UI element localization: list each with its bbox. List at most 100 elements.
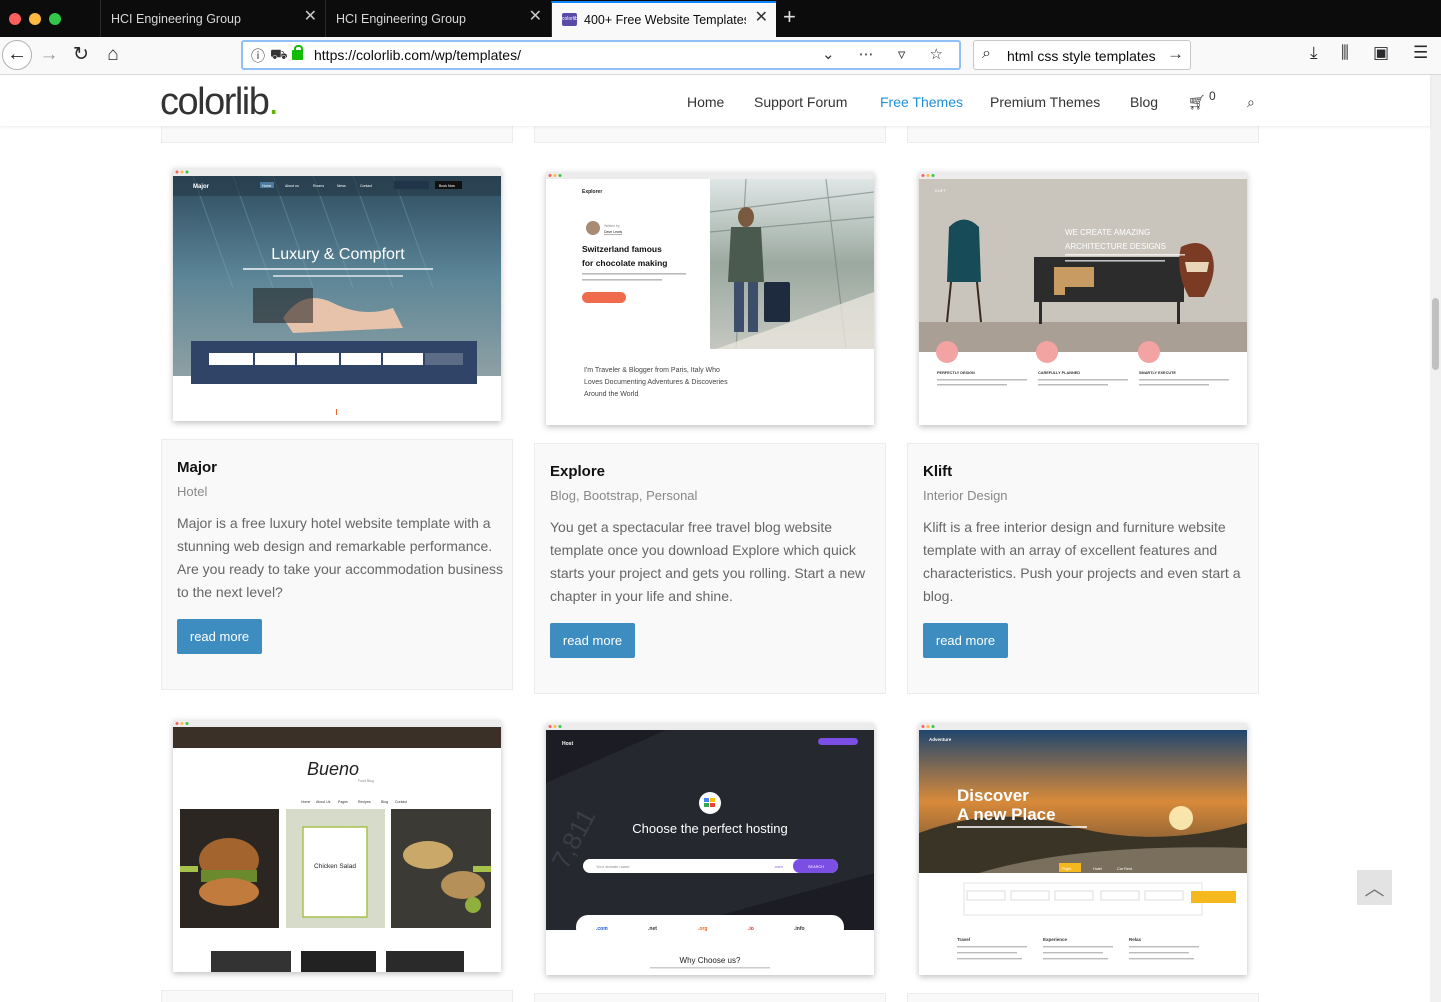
card-box-partial	[907, 126, 1259, 143]
svg-text:Host: Host	[562, 741, 573, 747]
url-text[interactable]: https://colorlib.com/wp/templates/	[314, 47, 521, 63]
logo[interactable]: colorlib.	[160, 81, 279, 124]
url-bar[interactable]: ⓘ ⛟ https://colorlib.com/wp/templates/ ⌄…	[241, 40, 961, 70]
adventure-preview-image: Adventure Discover A new Place Flight Ho…	[919, 723, 1247, 975]
card-description: Major is a free luxury hotel website tem…	[177, 515, 504, 600]
permissions-icon[interactable]: ⛟	[270, 46, 288, 65]
svg-text:PERFECTLY DESIGN: PERFECTLY DESIGN	[937, 371, 975, 375]
browser-tab[interactable]: HCI Engineering Group ✕	[100, 0, 325, 37]
card-box-partial	[161, 990, 513, 1002]
svg-text:Experience: Experience	[1043, 937, 1068, 942]
svg-text:Bueno: Bueno	[307, 759, 359, 779]
template-preview-host[interactable]: Host Choose the perfect hosting Your dom…	[546, 723, 874, 975]
browser-tab-active[interactable]: colorlib 400+ Free Website Templates ✕	[551, 1, 776, 37]
logo-text: colorlib	[160, 81, 270, 123]
template-preview-major[interactable]: Major Home About us Rooms News Contact B…	[173, 168, 501, 421]
svg-text:Home: Home	[301, 800, 310, 804]
bueno-preview-image: Bueno Food Blog Home About Us Pages Reci…	[173, 720, 501, 972]
svg-text:Car Rent: Car Rent	[1117, 867, 1133, 871]
card-category[interactable]: Blog, Bootstrap, Personal	[550, 488, 697, 503]
nav-blog[interactable]: Blog	[1130, 94, 1158, 110]
svg-text:Explorer: Explorer	[582, 189, 602, 195]
svg-text:.io: .io	[748, 926, 754, 932]
svg-text:SEARCH: SEARCH	[808, 865, 824, 869]
browser-tab-bar: HCI Engineering Group ✕ HCI Engineering …	[0, 0, 1441, 37]
menu-icon[interactable]: ☰	[1413, 43, 1428, 63]
svg-text:Flight: Flight	[1062, 867, 1072, 871]
card-box-partial	[534, 126, 886, 143]
svg-text:Switzerland famous: Switzerland famous	[582, 244, 662, 254]
svg-text:Chicken Salad: Chicken Salad	[314, 863, 356, 870]
scrollbar-thumb[interactable]	[1432, 298, 1439, 370]
read-more-button[interactable]: read more	[550, 623, 635, 658]
card-box-partial	[161, 126, 513, 143]
svg-text:Travel: Travel	[957, 937, 970, 942]
home-icon[interactable]: ⌂	[99, 41, 127, 69]
card-box-partial	[534, 993, 886, 1002]
browser-tab[interactable]: HCI Engineering Group ✕	[325, 0, 550, 37]
nav-support-forum[interactable]: Support Forum	[754, 94, 847, 110]
info-icon[interactable]: ⓘ	[251, 46, 265, 66]
template-preview-klift[interactable]: KLIFT WE CREATE AMAZING ARCHITECTURE DES…	[919, 172, 1247, 425]
chevron-up-icon[interactable]: ︿	[1357, 870, 1392, 905]
svg-text:Home: Home	[262, 184, 271, 188]
search-icon: ⌕	[982, 45, 991, 62]
card-title[interactable]: Explore	[550, 463, 605, 480]
nav-home[interactable]: Home	[687, 94, 724, 110]
card-description: Klift is a free interior design and furn…	[923, 519, 1241, 604]
read-more-button[interactable]: read more	[177, 619, 262, 654]
download-icon[interactable]: ⤓	[1310, 43, 1318, 63]
card-description: You get a spectacular free travel blog w…	[550, 519, 866, 604]
card-title[interactable]: Klift	[923, 463, 952, 480]
card-category[interactable]: Interior Design	[923, 488, 1008, 503]
search-query[interactable]: html css style templates	[1007, 48, 1156, 64]
svg-text:WE CREATE AMAZING: WE CREATE AMAZING	[1065, 228, 1150, 237]
reload-icon[interactable]: ↻	[67, 41, 95, 69]
go-arrow-icon[interactable]: →	[1167, 44, 1184, 64]
svg-text:KLIFT: KLIFT	[935, 188, 946, 193]
svg-text:A new Place: A new Place	[957, 805, 1056, 824]
close-icon[interactable]: ✕	[304, 9, 317, 25]
preview-headline: Luxury & Compfort	[271, 246, 405, 263]
library-icon[interactable]: ⫼	[1341, 43, 1349, 63]
nav-premium-themes[interactable]: Premium Themes	[990, 94, 1100, 110]
svg-text:.net: .net	[648, 926, 657, 932]
search-icon[interactable]: ⌕	[1247, 94, 1255, 111]
lock-icon[interactable]	[292, 45, 303, 60]
close-icon[interactable]: ✕	[755, 10, 768, 26]
tab-title: HCI Engineering Group	[336, 12, 466, 26]
logo-dot: .	[268, 81, 279, 123]
svg-text:Book Now: Book Now	[439, 184, 455, 188]
svg-text:for chocolate making: for chocolate making	[582, 258, 668, 268]
svg-text:Food Blog: Food Blog	[358, 779, 374, 783]
svg-text:Why Choose us?: Why Choose us?	[680, 956, 741, 965]
template-preview-adventure[interactable]: Adventure Discover A new Place Flight Ho…	[919, 723, 1247, 975]
maximize-window-button[interactable]	[49, 13, 61, 25]
cart-count: 0	[1209, 89, 1216, 103]
template-preview-explore[interactable]: Explorer Written by Dave Lewis Switzerla…	[546, 172, 874, 425]
page-scrollbar[interactable]	[1430, 75, 1441, 1002]
svg-text:Relax: Relax	[1129, 937, 1142, 942]
card-title[interactable]: Major	[177, 459, 217, 476]
sidebar-icon[interactable]: ▣	[1373, 43, 1389, 63]
template-preview-bueno[interactable]: Bueno Food Blog Home About Us Pages Reci…	[173, 720, 501, 972]
favicon-icon: colorlib	[562, 13, 578, 26]
forward-arrow-icon[interactable]: →	[35, 41, 63, 69]
new-tab-icon[interactable]: +	[783, 5, 796, 29]
close-icon[interactable]: ✕	[529, 9, 542, 25]
card-category[interactable]: Hotel	[177, 484, 207, 499]
template-card-major: Major Hotel Major is a free luxury hotel…	[161, 439, 513, 690]
svg-text:.info: .info	[794, 926, 805, 932]
svg-text:About Us: About Us	[316, 800, 331, 804]
close-window-button[interactable]	[9, 13, 21, 25]
template-card-explore: Explore Blog, Bootstrap, Personal You ge…	[534, 443, 886, 694]
search-field[interactable]: ⌕ html css style templates →	[973, 40, 1191, 70]
page-actions-icons[interactable]: ⌄ ⋯ ▿ ☆	[822, 45, 953, 63]
read-more-button[interactable]: read more	[923, 623, 1008, 658]
minimize-window-button[interactable]	[29, 13, 41, 25]
site-header: colorlib. Home Support Forum Free Themes…	[0, 75, 1430, 126]
nav-free-themes[interactable]: Free Themes	[880, 94, 963, 110]
cart-icon[interactable]: 🛒︎	[1188, 94, 1206, 111]
svg-text:.org: .org	[698, 926, 707, 932]
back-arrow-icon[interactable]: ←	[2, 40, 32, 70]
